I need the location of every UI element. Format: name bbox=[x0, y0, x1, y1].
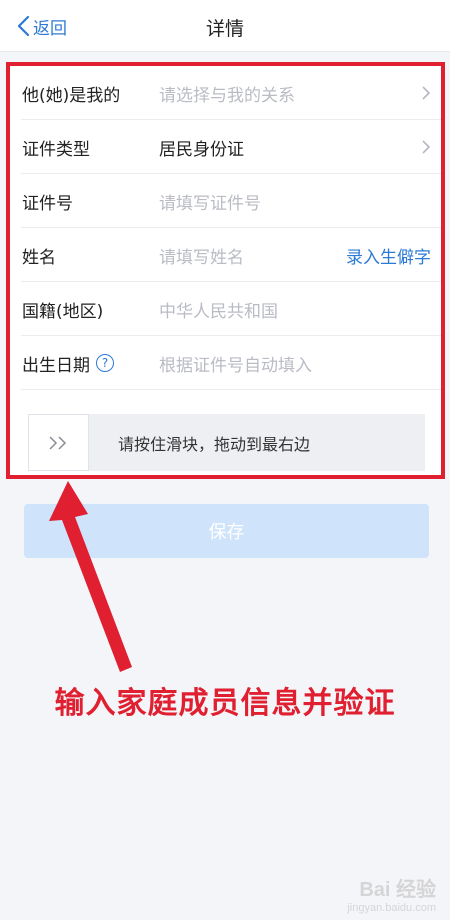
birthdate-value: 根据证件号自动填入 bbox=[159, 355, 312, 376]
double-chevron-right-icon bbox=[48, 435, 66, 450]
relationship-value: 请选择与我的关系 bbox=[159, 85, 295, 106]
navigation-bar: 返回 详情 bbox=[0, 0, 450, 52]
page-title: 详情 bbox=[205, 18, 244, 40]
birthdate-label-text: 出生日期 bbox=[22, 355, 90, 376]
help-icon[interactable]: ? bbox=[96, 354, 114, 372]
birthdate-label: 出生日期 ? bbox=[22, 351, 114, 376]
name-row: 姓名 请填写姓名 录入生僻字 bbox=[9, 228, 441, 282]
name-label: 姓名 bbox=[22, 247, 56, 268]
relationship-label: 他(她)是我的 bbox=[22, 85, 121, 106]
save-button[interactable]: 保存 bbox=[24, 504, 429, 558]
id-number-row: 证件号 请填写证件号 bbox=[9, 174, 441, 228]
id-type-row[interactable]: 证件类型 居民身份证 bbox=[9, 120, 441, 174]
name-input[interactable]: 请填写姓名 bbox=[159, 243, 244, 268]
annotation-caption: 输入家庭成员信息并验证 bbox=[54, 686, 396, 721]
rare-character-button[interactable]: 录入生僻字 bbox=[346, 243, 431, 268]
nationality-row: 国籍(地区) 中华人民共和国 bbox=[9, 282, 441, 336]
slider-handle[interactable] bbox=[28, 414, 89, 471]
nationality-label: 国籍(地区) bbox=[22, 301, 104, 322]
family-member-form: 他(她)是我的 请选择与我的关系 证件类型 居民身份证 证件号 请填写证件号 姓… bbox=[9, 66, 441, 476]
slider-instruction: 请按住滑块，拖动到最右边 bbox=[118, 435, 311, 454]
id-number-input[interactable]: 请填写证件号 bbox=[159, 189, 261, 214]
nationality-value: 中华人民共和国 bbox=[159, 301, 278, 322]
id-number-label: 证件号 bbox=[22, 193, 73, 214]
watermark: Bai 经验 jingyan.baidu.com bbox=[347, 873, 436, 914]
relationship-row[interactable]: 他(她)是我的 请选择与我的关系 bbox=[9, 66, 441, 120]
id-type-label: 证件类型 bbox=[22, 139, 90, 160]
birthdate-row: 出生日期 ? 根据证件号自动填入 bbox=[9, 336, 441, 390]
chevron-right-icon bbox=[422, 140, 431, 154]
id-type-value: 居民身份证 bbox=[159, 139, 244, 160]
slider-captcha: 请按住滑块，拖动到最右边 bbox=[28, 414, 425, 471]
watermark-url: jingyan.baidu.com bbox=[347, 902, 436, 914]
chevron-right-icon bbox=[422, 86, 431, 100]
watermark-logo: Bai 经验 bbox=[359, 879, 436, 901]
